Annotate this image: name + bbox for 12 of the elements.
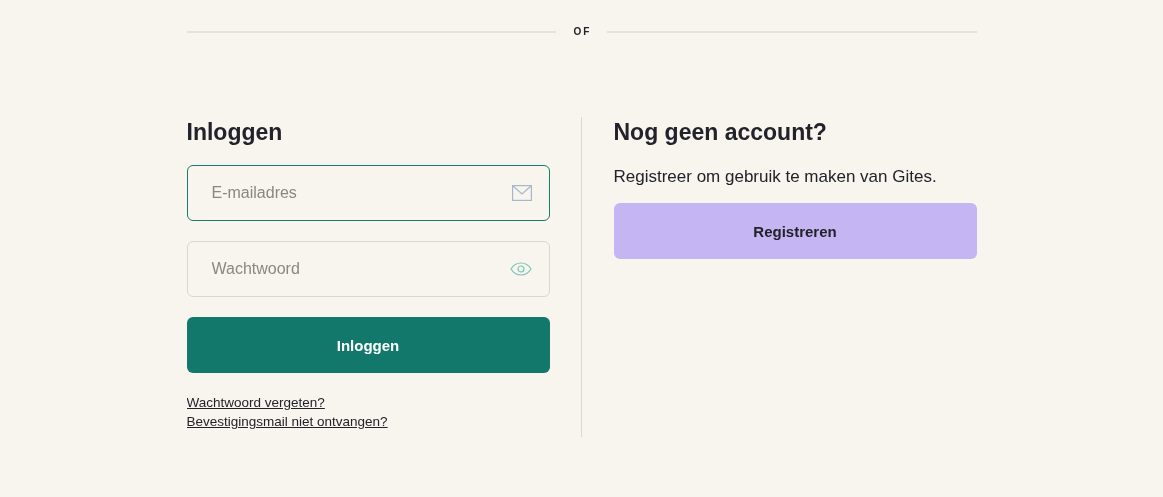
help-link[interactable]: Bevestigingsmail niet ontvangen? — [186, 414, 388, 429]
envelope-icon — [511, 185, 532, 201]
register-heading: Nog geen account? — [613, 118, 828, 147]
password-field[interactable]: Wachtwoord — [186, 241, 550, 297]
register-text: Registreer om gebruik te maken van Gites. — [613, 166, 938, 188]
login-heading: Inloggen — [186, 118, 284, 147]
register-button[interactable]: Registreren — [613, 203, 977, 259]
email-field[interactable]: E-mailadres — [186, 165, 550, 221]
login-button[interactable]: Inloggen — [186, 317, 550, 373]
eye-icon[interactable] — [509, 262, 532, 276]
help-link[interactable]: Wachtwoord vergeten? — [186, 395, 325, 410]
separator-label: OF — [572, 26, 592, 37]
